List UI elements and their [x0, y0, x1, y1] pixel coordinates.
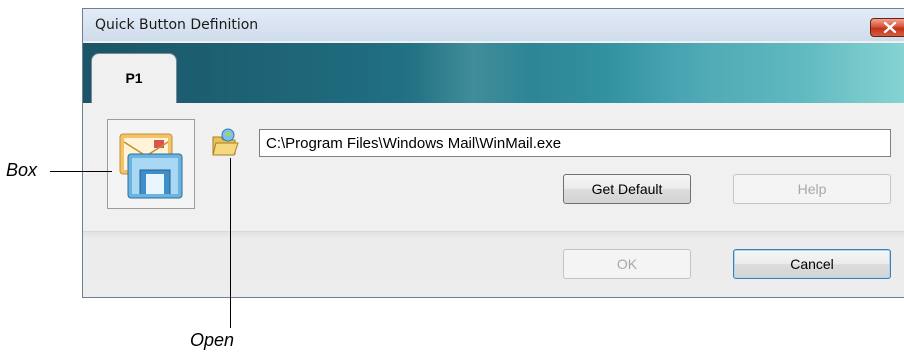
program-icon-box[interactable] — [107, 119, 195, 209]
help-button[interactable]: Help — [733, 174, 891, 204]
get-default-button[interactable]: Get Default — [563, 174, 691, 204]
title-bar[interactable]: Quick Button Definition — [83, 9, 904, 41]
close-x-icon — [883, 22, 897, 33]
quick-button-definition-dialog: Quick Button Definition P1 C:\Program Fi… — [82, 8, 904, 298]
box-callout-label: Box — [6, 160, 38, 180]
open-button[interactable] — [211, 127, 239, 157]
tab-strip-highlight — [413, 43, 533, 103]
close-button[interactable] — [870, 18, 904, 37]
ok-button[interactable]: OK — [563, 249, 691, 279]
open-callout-label: Open — [190, 330, 235, 350]
open-folder-icon — [212, 128, 239, 156]
windows-mail-icon — [119, 133, 183, 199]
tab-label: P1 — [125, 70, 143, 86]
window-title: Quick Button Definition — [95, 17, 259, 33]
tab-strip-highlight — [603, 43, 803, 103]
box-callout-line — [50, 171, 112, 172]
open-callout-line — [230, 158, 231, 328]
program-path-input[interactable] — [259, 129, 891, 157]
cancel-button[interactable]: Cancel — [733, 249, 891, 279]
tab-p1[interactable]: P1 — [91, 53, 177, 103]
tab-strip: P1 — [83, 43, 904, 103]
